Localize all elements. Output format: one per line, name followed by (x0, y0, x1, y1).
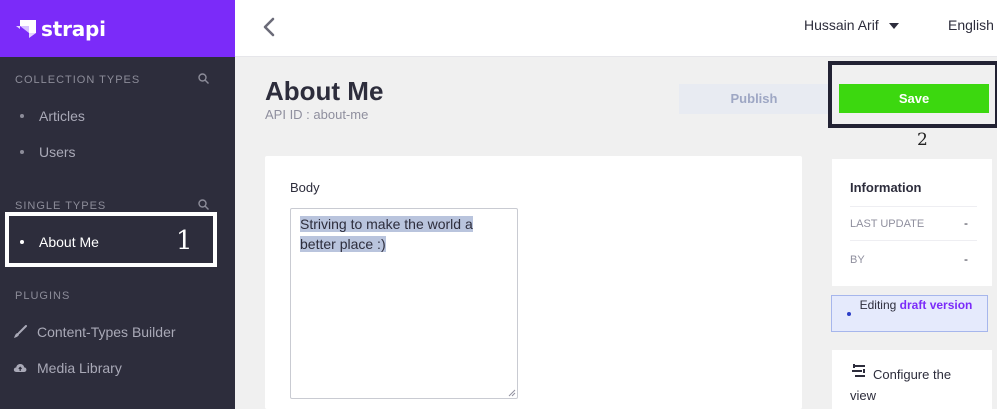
strapi-logo-icon (16, 19, 36, 38)
save-button[interactable]: Save (839, 84, 989, 113)
sidebar-item-content-types-builder[interactable]: Content-Types Builder (14, 324, 176, 340)
publish-button[interactable]: Publish (679, 84, 829, 114)
body-textarea[interactable]: Striving to make the world a better plac… (290, 208, 518, 399)
sidebar-item-label: Media Library (37, 360, 122, 376)
chevron-left-icon[interactable] (260, 16, 278, 38)
draft-prefix: Editing (859, 298, 897, 312)
sidebar-item-label: Articles (39, 108, 85, 124)
body-field-label: Body (290, 180, 320, 195)
section-heading: PLUGINS (15, 290, 71, 302)
sidebar-item-media-library[interactable]: Media Library (13, 360, 122, 376)
section-heading: SINGLE TYPES (15, 200, 107, 212)
last-update-label: LAST UPDATE (850, 218, 925, 230)
caret-down-icon[interactable] (889, 23, 899, 29)
section-single-types: SINGLE TYPES (15, 199, 209, 212)
sidebar-item-label: Users (39, 144, 76, 160)
app-window: strapi COLLECTION TYPES Articles Users S… (0, 0, 997, 409)
sidebar-item-users[interactable]: Users (20, 144, 76, 160)
bullet-icon (20, 150, 24, 154)
page-title: About Me (265, 76, 384, 106)
divider (850, 206, 977, 207)
body-textarea-value: Striving to make the world a better plac… (300, 216, 473, 252)
section-plugins: PLUGINS (15, 290, 209, 302)
sidebar-item-label: Content-Types Builder (37, 324, 176, 340)
search-icon[interactable] (198, 73, 209, 84)
last-update-value: - (964, 216, 968, 230)
top-bar: Hussain Arif English (235, 0, 997, 57)
annotation-number-2: 2 (917, 130, 928, 150)
by-value: - (964, 252, 968, 266)
resize-grip-icon[interactable] (508, 389, 516, 397)
brand-name: strapi (41, 16, 106, 41)
api-id: API ID : about-me (265, 107, 369, 122)
bullet-icon (20, 114, 24, 118)
sidebar: strapi COLLECTION TYPES Articles Users S… (0, 0, 235, 409)
brand-header[interactable]: strapi (0, 0, 235, 57)
divider (850, 240, 977, 241)
draft-state: draft (899, 298, 927, 312)
search-icon[interactable] (198, 199, 209, 210)
language-selector[interactable]: English (948, 17, 994, 33)
sidebar-item-articles[interactable]: Articles (20, 108, 85, 124)
status-dot-icon (847, 312, 851, 316)
section-collection-types: COLLECTION TYPES (15, 73, 209, 86)
section-heading: COLLECTION TYPES (15, 74, 141, 86)
paintbrush-icon (14, 325, 27, 338)
annotation-number-1: 1 (176, 226, 193, 256)
draft-status-text: Editing draft version (856, 297, 976, 313)
by-label: BY (850, 254, 865, 266)
information-title: Information (850, 180, 922, 195)
cloud-upload-icon (13, 364, 27, 372)
draft-suffix: version (929, 298, 973, 312)
user-menu-name[interactable]: Hussain Arif (804, 17, 879, 33)
configure-view-label: Configure the view (850, 367, 952, 403)
